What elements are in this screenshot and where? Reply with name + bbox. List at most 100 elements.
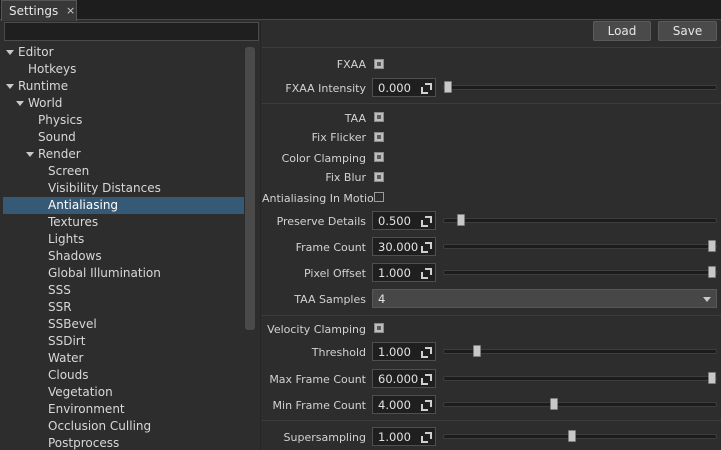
frame-count-slider[interactable] bbox=[443, 240, 717, 252]
tree-item-label: Physics bbox=[38, 113, 83, 127]
tree-item[interactable]: Water bbox=[3, 350, 244, 367]
tree-item[interactable]: Render bbox=[3, 146, 244, 163]
pixel-offset-field[interactable]: 1.000 bbox=[372, 263, 436, 282]
preserve-details-slider[interactable] bbox=[443, 214, 717, 226]
supersampling-label: Supersampling bbox=[283, 431, 366, 444]
tree-item[interactable]: Sound bbox=[3, 129, 244, 146]
tree-item-label: Water bbox=[48, 351, 84, 365]
expand-arrows-icon[interactable] bbox=[421, 268, 432, 279]
section-divider bbox=[262, 103, 721, 104]
preserve-details-field[interactable]: 0.500 bbox=[372, 211, 436, 230]
expand-arrows-icon[interactable] bbox=[421, 216, 432, 227]
tree-item-label: SSR bbox=[48, 300, 72, 314]
tree-item[interactable]: Hotkeys bbox=[3, 61, 244, 78]
tree-item-label: Runtime bbox=[18, 79, 69, 93]
tab-bar: Settings × bbox=[0, 0, 721, 21]
expand-arrow-icon[interactable] bbox=[16, 101, 24, 106]
fxaa-intensity-label: FXAA Intensity bbox=[285, 82, 366, 95]
threshold-field[interactable]: 1.000 bbox=[372, 342, 436, 361]
slider-thumb[interactable] bbox=[550, 398, 558, 410]
expand-arrow-icon[interactable] bbox=[26, 152, 34, 157]
fxaa-label: FXAA bbox=[336, 58, 366, 71]
tree-item-label: Editor bbox=[18, 45, 54, 59]
expand-arrow-icon[interactable] bbox=[6, 84, 14, 89]
slider-thumb[interactable] bbox=[708, 266, 716, 278]
antialiasing-in-motion-checkbox[interactable] bbox=[374, 192, 384, 202]
tree-item[interactable]: World bbox=[3, 95, 244, 112]
slider-thumb[interactable] bbox=[568, 430, 576, 442]
tree-item[interactable]: Global Illumination bbox=[3, 265, 244, 282]
supersampling-field[interactable]: 1.000 bbox=[372, 427, 436, 446]
tree-item[interactable]: SSDirt bbox=[3, 333, 244, 350]
velocity-clamping-checkbox[interactable] bbox=[374, 323, 384, 333]
tab-settings[interactable]: Settings × bbox=[1, 0, 77, 21]
tree-item[interactable]: Textures bbox=[3, 214, 244, 231]
threshold-slider[interactable] bbox=[443, 345, 717, 357]
tree-item[interactable]: Physics bbox=[3, 112, 244, 129]
supersampling-slider[interactable] bbox=[443, 430, 717, 442]
tab-label: Settings bbox=[9, 4, 59, 18]
tree-item[interactable]: Vegetation bbox=[3, 384, 244, 401]
tree-item-label: Antialiasing bbox=[48, 198, 119, 212]
tree-item-label: Clouds bbox=[48, 368, 89, 382]
taa-samples-label: TAA Samples bbox=[294, 293, 366, 306]
load-button[interactable]: Load bbox=[593, 21, 651, 41]
tree-item[interactable]: Antialiasing bbox=[3, 197, 244, 214]
max-frame-count-slider[interactable] bbox=[443, 372, 717, 384]
tree-item[interactable]: Runtime bbox=[3, 78, 244, 95]
tree-item[interactable]: Postprocess bbox=[3, 435, 244, 450]
pixel-offset-slider[interactable] bbox=[443, 266, 717, 278]
tree-item[interactable]: Environment bbox=[3, 401, 244, 418]
expand-arrows-icon[interactable] bbox=[421, 242, 432, 253]
frame-count-field[interactable]: 30.000 bbox=[372, 237, 436, 256]
save-button[interactable]: Save bbox=[658, 21, 717, 41]
tree-item-label: Environment bbox=[48, 402, 125, 416]
tree-item[interactable]: Occlusion Culling bbox=[3, 418, 244, 435]
color-clamping-label: Color Clamping bbox=[281, 152, 366, 165]
supersampling-value: 1.000 bbox=[378, 430, 411, 444]
expand-arrows-icon[interactable] bbox=[421, 400, 432, 411]
tree-item-label: Postprocess bbox=[48, 436, 120, 450]
section-divider bbox=[262, 315, 721, 316]
expand-arrows-icon[interactable] bbox=[421, 374, 432, 385]
expand-arrow-icon[interactable] bbox=[6, 50, 14, 55]
slider-thumb[interactable] bbox=[444, 81, 452, 93]
taa-checkbox[interactable] bbox=[374, 112, 384, 122]
tree-item[interactable]: Editor bbox=[3, 44, 244, 61]
slider-thumb[interactable] bbox=[457, 214, 465, 226]
tree-item-label: Global Illumination bbox=[48, 266, 161, 280]
color-clamping-checkbox[interactable] bbox=[374, 152, 384, 162]
fix-flicker-checkbox[interactable] bbox=[374, 132, 384, 142]
tree-scrollbar[interactable] bbox=[245, 47, 255, 330]
tree-item[interactable]: Shadows bbox=[3, 248, 244, 265]
antialiasing-in-motion-label: Antialiasing In Motion bbox=[262, 192, 381, 205]
tree-item[interactable]: Visibility Distances bbox=[3, 180, 244, 197]
expand-arrows-icon[interactable] bbox=[421, 347, 432, 358]
min-frame-count-value: 4.000 bbox=[378, 398, 411, 412]
slider-thumb[interactable] bbox=[708, 372, 716, 384]
slider-thumb[interactable] bbox=[473, 345, 481, 357]
fxaa-intensity-field[interactable]: 0.000 bbox=[372, 78, 436, 97]
taa-samples-select[interactable]: 4 bbox=[372, 289, 717, 308]
expand-arrows-icon[interactable] bbox=[421, 432, 432, 443]
max-frame-count-field[interactable]: 60.000 bbox=[372, 369, 436, 388]
tree-item[interactable]: SSR bbox=[3, 299, 244, 316]
fxaa-intensity-slider[interactable] bbox=[443, 81, 717, 93]
tree-item[interactable]: SSS bbox=[3, 282, 244, 299]
tree-item[interactable]: Screen bbox=[3, 163, 244, 180]
min-frame-count-slider[interactable] bbox=[443, 398, 717, 410]
tree-item[interactable]: Lights bbox=[3, 231, 244, 248]
tree-item[interactable]: SSBevel bbox=[3, 316, 244, 333]
close-icon[interactable]: × bbox=[66, 4, 75, 17]
fix-blur-checkbox[interactable] bbox=[374, 172, 384, 182]
fxaa-checkbox[interactable] bbox=[374, 59, 384, 69]
min-frame-count-field[interactable]: 4.000 bbox=[372, 395, 436, 414]
tree-item-label: Render bbox=[38, 147, 81, 161]
tree-item[interactable]: Clouds bbox=[3, 367, 244, 384]
slider-thumb[interactable] bbox=[708, 240, 716, 252]
tree-item-label: Screen bbox=[48, 164, 90, 178]
tree-item-label: Sound bbox=[38, 130, 76, 144]
expand-arrows-icon[interactable] bbox=[421, 83, 432, 94]
search-input[interactable] bbox=[4, 22, 259, 41]
pixel-offset-label: Pixel Offset bbox=[304, 267, 366, 280]
